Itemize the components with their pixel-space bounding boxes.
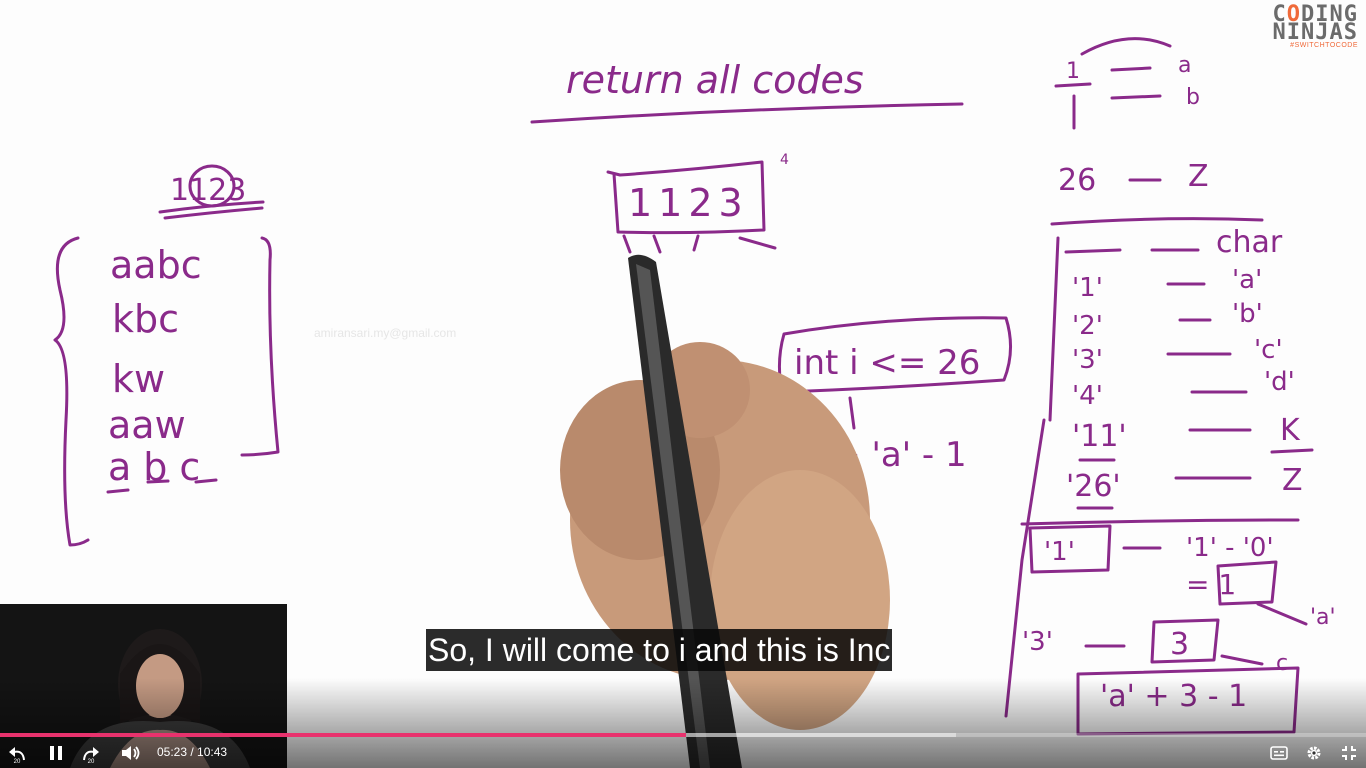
formula-text: int i <= 26 (794, 343, 980, 383)
mapping-to: 'b' (1232, 299, 1263, 329)
output-item: kw (112, 357, 165, 401)
exit-fullscreen-button[interactable] (1336, 738, 1362, 768)
mapping-to: 'd' (1264, 367, 1295, 397)
svg-text:a: a (1178, 53, 1191, 78)
forward-button[interactable]: 20 (78, 738, 104, 768)
svg-text:'1': '1' (1044, 537, 1075, 567)
pause-button[interactable] (44, 738, 68, 768)
volume-icon (122, 746, 140, 760)
mapping-to: 'a' (1232, 265, 1262, 295)
forward-seconds: 20 (87, 759, 95, 765)
svg-text:1: 1 (1066, 59, 1080, 84)
svg-text:'3': '3' (1022, 627, 1053, 657)
mapping-from: '4' (1072, 381, 1103, 411)
output-item: aaw (108, 403, 186, 447)
svg-text:'a': 'a' (1310, 605, 1336, 630)
captions-button[interactable] (1266, 738, 1292, 768)
mapping-from: '2' (1072, 311, 1103, 341)
mapping-to: Z (1282, 463, 1303, 498)
coding-ninjas-logo: CODING NINJAS #SWITCHTOCODE (1258, 4, 1358, 50)
rewind-button[interactable]: 20 (4, 738, 30, 768)
mapping-to: K (1280, 413, 1301, 448)
final-expr: 'a' + 3 - 1 (1100, 679, 1247, 714)
output-item: kbc (112, 297, 179, 341)
svg-text:Z: Z (1188, 159, 1209, 194)
svg-text:b: b (1186, 85, 1200, 110)
video-frame[interactable]: return all codes 1123 aabc kbc kw aaw ab… (0, 0, 1366, 768)
logo-line2: NINJAS (1272, 20, 1358, 45)
email-watermark: amiransari.my@gmail.com (314, 326, 457, 340)
rewind-seconds: 20 (13, 759, 21, 765)
presenter-hand (560, 254, 890, 768)
svg-text:3: 3 (1170, 627, 1189, 662)
seek-bar[interactable] (0, 733, 1366, 737)
left-brace (53, 236, 90, 547)
time-display: 05:23 / 10:43 (157, 745, 228, 759)
settings-gear-icon (1307, 746, 1321, 760)
mapping-to: 'c' (1254, 335, 1283, 365)
left-outputs-list: aabc kbc kw aaw abc (106, 243, 218, 494)
pause-icon (50, 746, 62, 760)
center-input-digits: 1123 (628, 181, 749, 225)
mapping-from: '1' (1072, 273, 1103, 303)
svg-text:c: c (1276, 651, 1288, 676)
exit-fullscreen-icon (1342, 746, 1356, 760)
char-eq: = 1 (1186, 568, 1236, 601)
volume-button[interactable] (118, 738, 144, 768)
player-controls: 20 20 05:23 / 10:43 (0, 738, 1366, 768)
subtitle-caption: So, I will come to i and this is Inc (426, 629, 893, 671)
mapping-from: '26' (1066, 469, 1121, 504)
svg-text:4: 4 (780, 152, 789, 168)
played-range (0, 733, 686, 737)
char-arith: '1' - '0' (1186, 533, 1274, 563)
right-bracket (240, 236, 280, 457)
board-title: return all codes (566, 58, 864, 102)
settings-button[interactable] (1301, 738, 1327, 768)
svg-text:26: 26 (1058, 163, 1096, 198)
mapping-header: char (1216, 225, 1283, 260)
mapping-from: '11' (1072, 419, 1127, 454)
mapping-from: '3' (1072, 345, 1103, 375)
title-underline (530, 102, 964, 124)
output-item: aabc (110, 243, 202, 287)
captions-icon (1270, 746, 1288, 760)
